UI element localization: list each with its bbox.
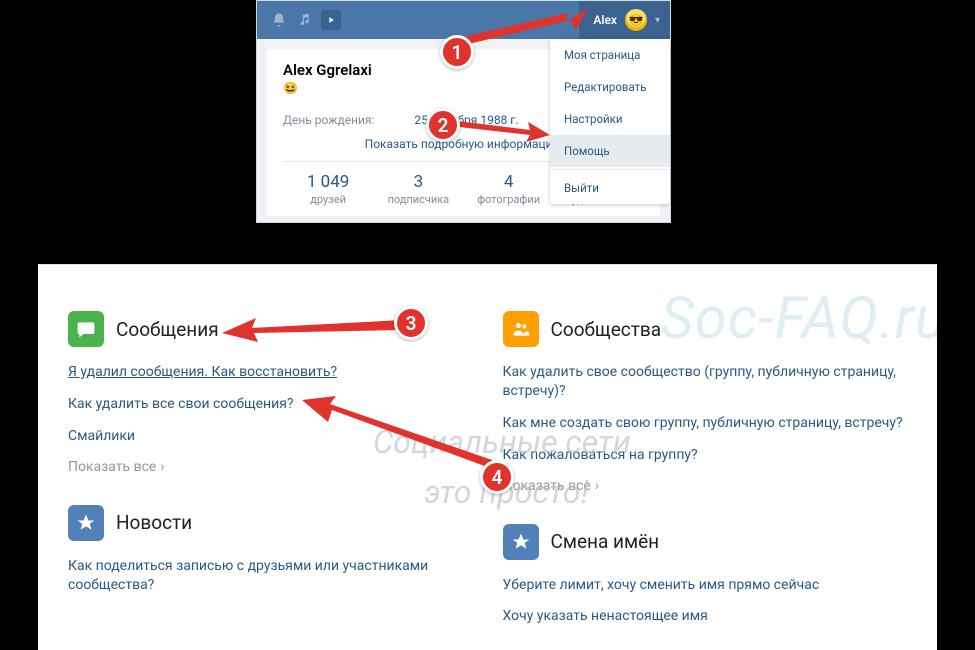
birthday-label: День рождения: xyxy=(283,113,374,127)
dropdown-item-logout[interactable]: Выйти xyxy=(550,172,670,204)
help-link[interactable]: Хочу указать ненастоящее имя xyxy=(503,607,908,626)
stat-photos[interactable]: 4фотографии xyxy=(464,162,554,216)
annotation-badge-2: 2 xyxy=(426,108,460,142)
help-link[interactable]: Как пожаловаться на группу? xyxy=(503,446,908,465)
messages-icon xyxy=(68,311,104,347)
help-col-messages: Сообщения Я удалил сообщения. Как восста… xyxy=(68,311,473,639)
annotation-badge-4: 4 xyxy=(480,460,514,494)
help-link[interactable]: Уберите лимит, хочу сменить имя прямо се… xyxy=(503,576,908,595)
names-icon xyxy=(503,524,539,560)
music-icon[interactable] xyxy=(297,13,311,27)
news-icon xyxy=(68,505,104,541)
news-title: Новости xyxy=(116,511,192,534)
stat-followers[interactable]: 3подписчика xyxy=(373,162,463,216)
annotation-badge-3: 3 xyxy=(394,306,428,340)
dropdown-item-help[interactable]: Помощь xyxy=(550,135,670,167)
avatar: 😎 xyxy=(625,9,647,31)
annotation-badge-1: 1 xyxy=(440,35,474,69)
help-link[interactable]: Как удалить все свои сообщения? xyxy=(68,395,473,414)
names-title: Смена имён xyxy=(551,530,660,553)
dropdown-item-mypage[interactable]: Моя страница xyxy=(550,39,670,71)
dropdown-separator xyxy=(550,169,670,170)
user-menu-trigger[interactable]: Alex 😎 ▾ xyxy=(579,1,670,39)
help-link[interactable]: Я удалил сообщения. Как восстановить? xyxy=(68,363,473,382)
vk-profile-screenshot: Alex 😎 ▾ Моя страница Редактировать Наст… xyxy=(256,0,671,223)
user-dropdown-menu: Моя страница Редактировать Настройки Пом… xyxy=(550,39,670,204)
communities-title: Сообщества xyxy=(551,318,662,341)
help-link[interactable]: Как мне создать свою группу, публичную с… xyxy=(503,414,908,433)
chevron-down-icon: ▾ xyxy=(655,15,660,26)
header-username: Alex xyxy=(593,13,617,27)
dropdown-item-settings[interactable]: Настройки xyxy=(550,103,670,135)
show-all-link[interactable]: Показать все› xyxy=(68,459,473,475)
stat-friends[interactable]: 1 049друзей xyxy=(283,162,373,216)
help-link[interactable]: Смайлики xyxy=(68,427,473,446)
show-all-link[interactable]: Показать все› xyxy=(503,478,908,494)
header-left-icons xyxy=(271,10,341,30)
help-page-screenshot: Soc-FAQ.ru Социальные сети это просто! С… xyxy=(38,264,937,650)
messages-title: Сообщения xyxy=(116,318,219,341)
play-icon[interactable] xyxy=(321,10,341,30)
help-link[interactable]: Как удалить свое сообщество (группу, пуб… xyxy=(503,363,908,401)
help-link[interactable]: Как поделиться записью с друзьями или уч… xyxy=(68,557,473,595)
communities-icon xyxy=(503,311,539,347)
dropdown-item-edit[interactable]: Редактировать xyxy=(550,71,670,103)
vk-top-bar: Alex 😎 ▾ Моя страница Редактировать Наст… xyxy=(257,1,670,39)
chevron-right-icon: › xyxy=(595,478,599,494)
help-col-communities: Сообщества Как удалить свое сообщество (… xyxy=(503,311,908,639)
chevron-right-icon: › xyxy=(160,459,164,475)
notifications-icon[interactable] xyxy=(271,12,287,28)
